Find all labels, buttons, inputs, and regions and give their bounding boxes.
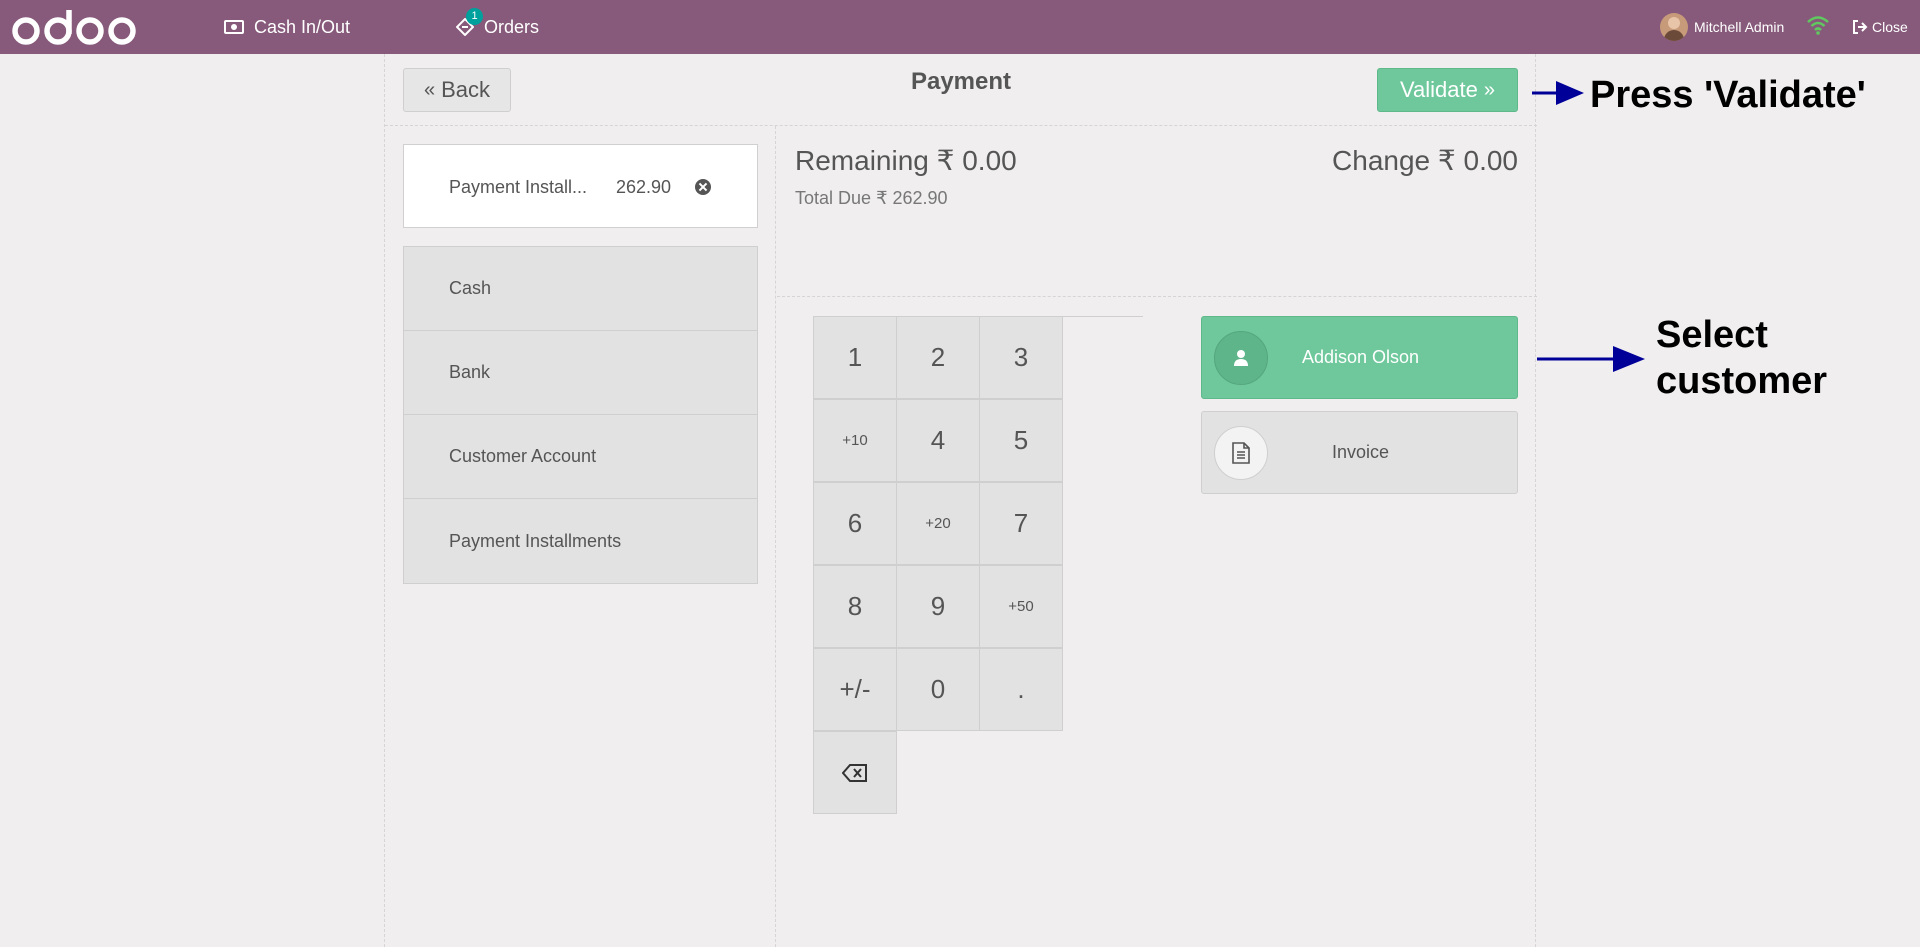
change-amount: Change ₹ 0.00	[1332, 144, 1518, 177]
numpad-key-plus50[interactable]: +50	[979, 565, 1063, 648]
remaining-value: ₹ 0.00	[936, 145, 1017, 176]
numpad-key-backspace[interactable]	[813, 731, 897, 814]
payment-header: « Back Payment Validate »	[385, 54, 1537, 126]
payment-lines: Payment Install... 262.90	[403, 144, 758, 228]
select-customer-button[interactable]: Addison Olson	[1201, 316, 1518, 399]
change-value: ₹ 0.00	[1437, 145, 1518, 176]
money-icon	[224, 20, 244, 34]
validate-arrow-icon	[1532, 81, 1584, 105]
cash-in-out-label: Cash In/Out	[254, 16, 351, 37]
numpad-key-8[interactable]: 8	[813, 565, 897, 648]
top-navbar: Cash In/Out 1 Orders Mitchell Admin Clos…	[0, 0, 1920, 54]
numpad-key-6[interactable]: 6	[813, 482, 897, 565]
validate-button[interactable]: Validate »	[1377, 68, 1518, 112]
numpad-key-decimal[interactable]: .	[979, 648, 1063, 731]
total-due-value: ₹ 262.90	[876, 188, 948, 208]
sign-out-icon	[1853, 20, 1868, 34]
numpad-key-2[interactable]: 2	[896, 316, 980, 399]
user-menu[interactable]: Mitchell Admin	[1660, 0, 1784, 54]
right-column: Remaining ₹ 0.00 Change ₹ 0.00 Total Due…	[777, 126, 1537, 947]
cash-in-out-button[interactable]: Cash In/Out	[224, 0, 350, 54]
remaining-amount: Remaining ₹ 0.00	[795, 144, 1017, 177]
numpad-key-5[interactable]: 5	[979, 399, 1063, 482]
double-chevron-right-icon: »	[1483, 78, 1495, 101]
customer-hint: Select customer	[1656, 312, 1827, 404]
numpad-key-plus10[interactable]: +10	[813, 399, 897, 482]
payment-method-installments[interactable]: Payment Installments	[404, 499, 757, 583]
close-button[interactable]: Close	[1852, 0, 1908, 54]
numpad-key-0[interactable]: 0	[896, 648, 980, 731]
numpad-key-4[interactable]: 4	[896, 399, 980, 482]
odoo-logo	[12, 10, 136, 45]
numpad-key-7[interactable]: 7	[979, 482, 1063, 565]
payment-line-amount: 262.90	[616, 176, 672, 197]
validate-label: Validate	[1400, 77, 1478, 102]
customer-hint-line2: customer	[1656, 360, 1828, 402]
payment-screen: « Back Payment Validate » Payment Instal…	[384, 54, 1537, 947]
close-label: Close	[1872, 19, 1908, 35]
customer-hint-line1: Select	[1656, 314, 1768, 356]
ticket-icon: 1	[456, 8, 483, 36]
orders-label: Orders	[484, 16, 540, 37]
wifi-icon	[1807, 16, 1829, 35]
orders-button[interactable]: 1 Orders	[456, 0, 539, 54]
page-title: Payment	[910, 68, 1012, 95]
payment-methods: Cash Bank Customer Account Payment Insta…	[403, 246, 758, 584]
payment-method-customer-account[interactable]: Customer Account	[404, 415, 757, 499]
customer-arrow-icon	[1537, 346, 1645, 372]
times-circle-icon[interactable]	[695, 179, 711, 195]
payment-method-cash[interactable]: Cash	[404, 247, 757, 331]
backspace-icon	[842, 763, 867, 782]
invoice-label: Invoice	[1331, 442, 1390, 462]
avatar	[1660, 13, 1688, 41]
numpad-key-plus-minus[interactable]: +/-	[813, 648, 897, 731]
payment-line[interactable]: Payment Install... 262.90	[404, 145, 759, 229]
payment-summary: Remaining ₹ 0.00 Change ₹ 0.00 Total Due…	[777, 126, 1537, 297]
numpad-key-9[interactable]: 9	[896, 565, 980, 648]
validate-hint: Press 'Validate'	[1590, 74, 1866, 116]
change-label: Change	[1332, 145, 1431, 176]
invoice-button[interactable]: Invoice	[1201, 411, 1518, 494]
remaining-label: Remaining	[795, 145, 929, 176]
total-due-label: Total Due	[795, 188, 872, 208]
customer-name: Addison Olson	[1301, 347, 1420, 367]
user-name: Mitchell Admin	[1694, 19, 1785, 35]
payment-method-bank[interactable]: Bank	[404, 331, 757, 415]
numpad-key-3[interactable]: 3	[979, 316, 1063, 399]
payment-line-name: Payment Install...	[449, 176, 588, 197]
total-due: Total Due ₹ 262.90	[795, 188, 948, 209]
left-column: Payment Install... 262.90 Cash Bank Cust…	[385, 126, 776, 947]
orders-badge: 1	[466, 8, 483, 25]
numpad-key-1[interactable]: 1	[813, 316, 897, 399]
numpad-key-plus20[interactable]: +20	[896, 482, 980, 565]
